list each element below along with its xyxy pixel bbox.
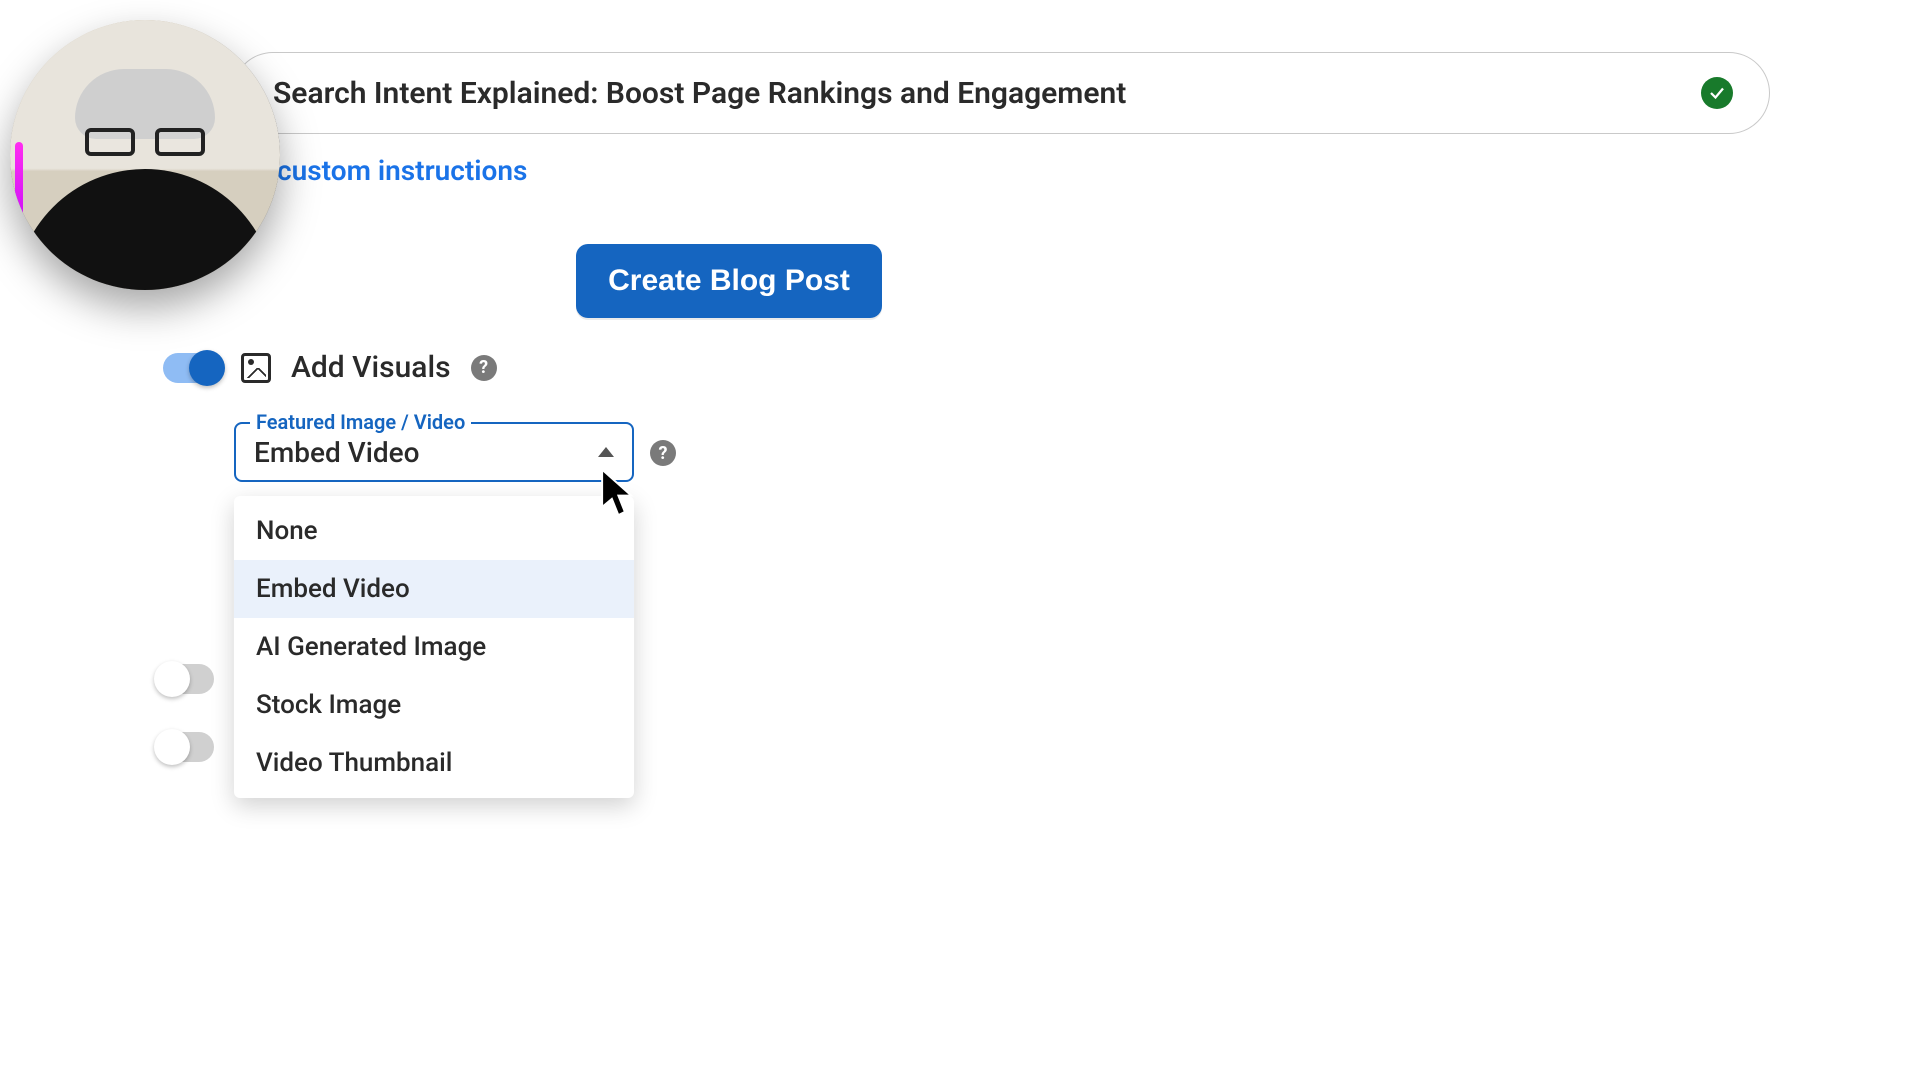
post-title-text: Search Intent Explained: Boost Page Rank… xyxy=(273,76,1701,111)
post-title-field[interactable]: Search Intent Explained: Boost Page Rank… xyxy=(232,52,1770,134)
dropdown-option-stock-image[interactable]: Stock Image xyxy=(234,676,634,734)
dropdown-option-ai-image[interactable]: AI Generated Image xyxy=(234,618,634,676)
add-visuals-row: Add Visuals ? xyxy=(163,350,497,385)
chevron-up-icon xyxy=(598,447,614,457)
title-valid-check-icon xyxy=(1701,77,1733,109)
dropdown-option-none[interactable]: None xyxy=(234,502,634,560)
featured-media-menu: None Embed Video AI Generated Image Stoc… xyxy=(234,496,634,798)
presenter-avatar xyxy=(10,20,280,290)
image-icon xyxy=(241,353,271,383)
secondary-toggle-2[interactable] xyxy=(156,732,214,762)
add-visuals-label: Add Visuals xyxy=(291,350,451,385)
featured-media-dropdown[interactable]: Featured Image / Video Embed Video xyxy=(234,422,634,482)
add-visuals-toggle[interactable] xyxy=(163,353,221,383)
create-blog-post-button[interactable]: Create Blog Post xyxy=(576,244,882,318)
featured-media-legend: Featured Image / Video xyxy=(250,410,471,434)
dropdown-option-embed-video[interactable]: Embed Video xyxy=(234,560,634,618)
featured-media-help-icon[interactable]: ? xyxy=(650,440,676,466)
add-visuals-help-icon[interactable]: ? xyxy=(471,355,497,381)
custom-instructions-link[interactable]: r custom instructions xyxy=(260,154,527,187)
dropdown-option-video-thumbnail[interactable]: Video Thumbnail xyxy=(234,734,634,792)
featured-media-value: Embed Video xyxy=(254,436,598,469)
secondary-toggle-1[interactable] xyxy=(156,664,214,694)
